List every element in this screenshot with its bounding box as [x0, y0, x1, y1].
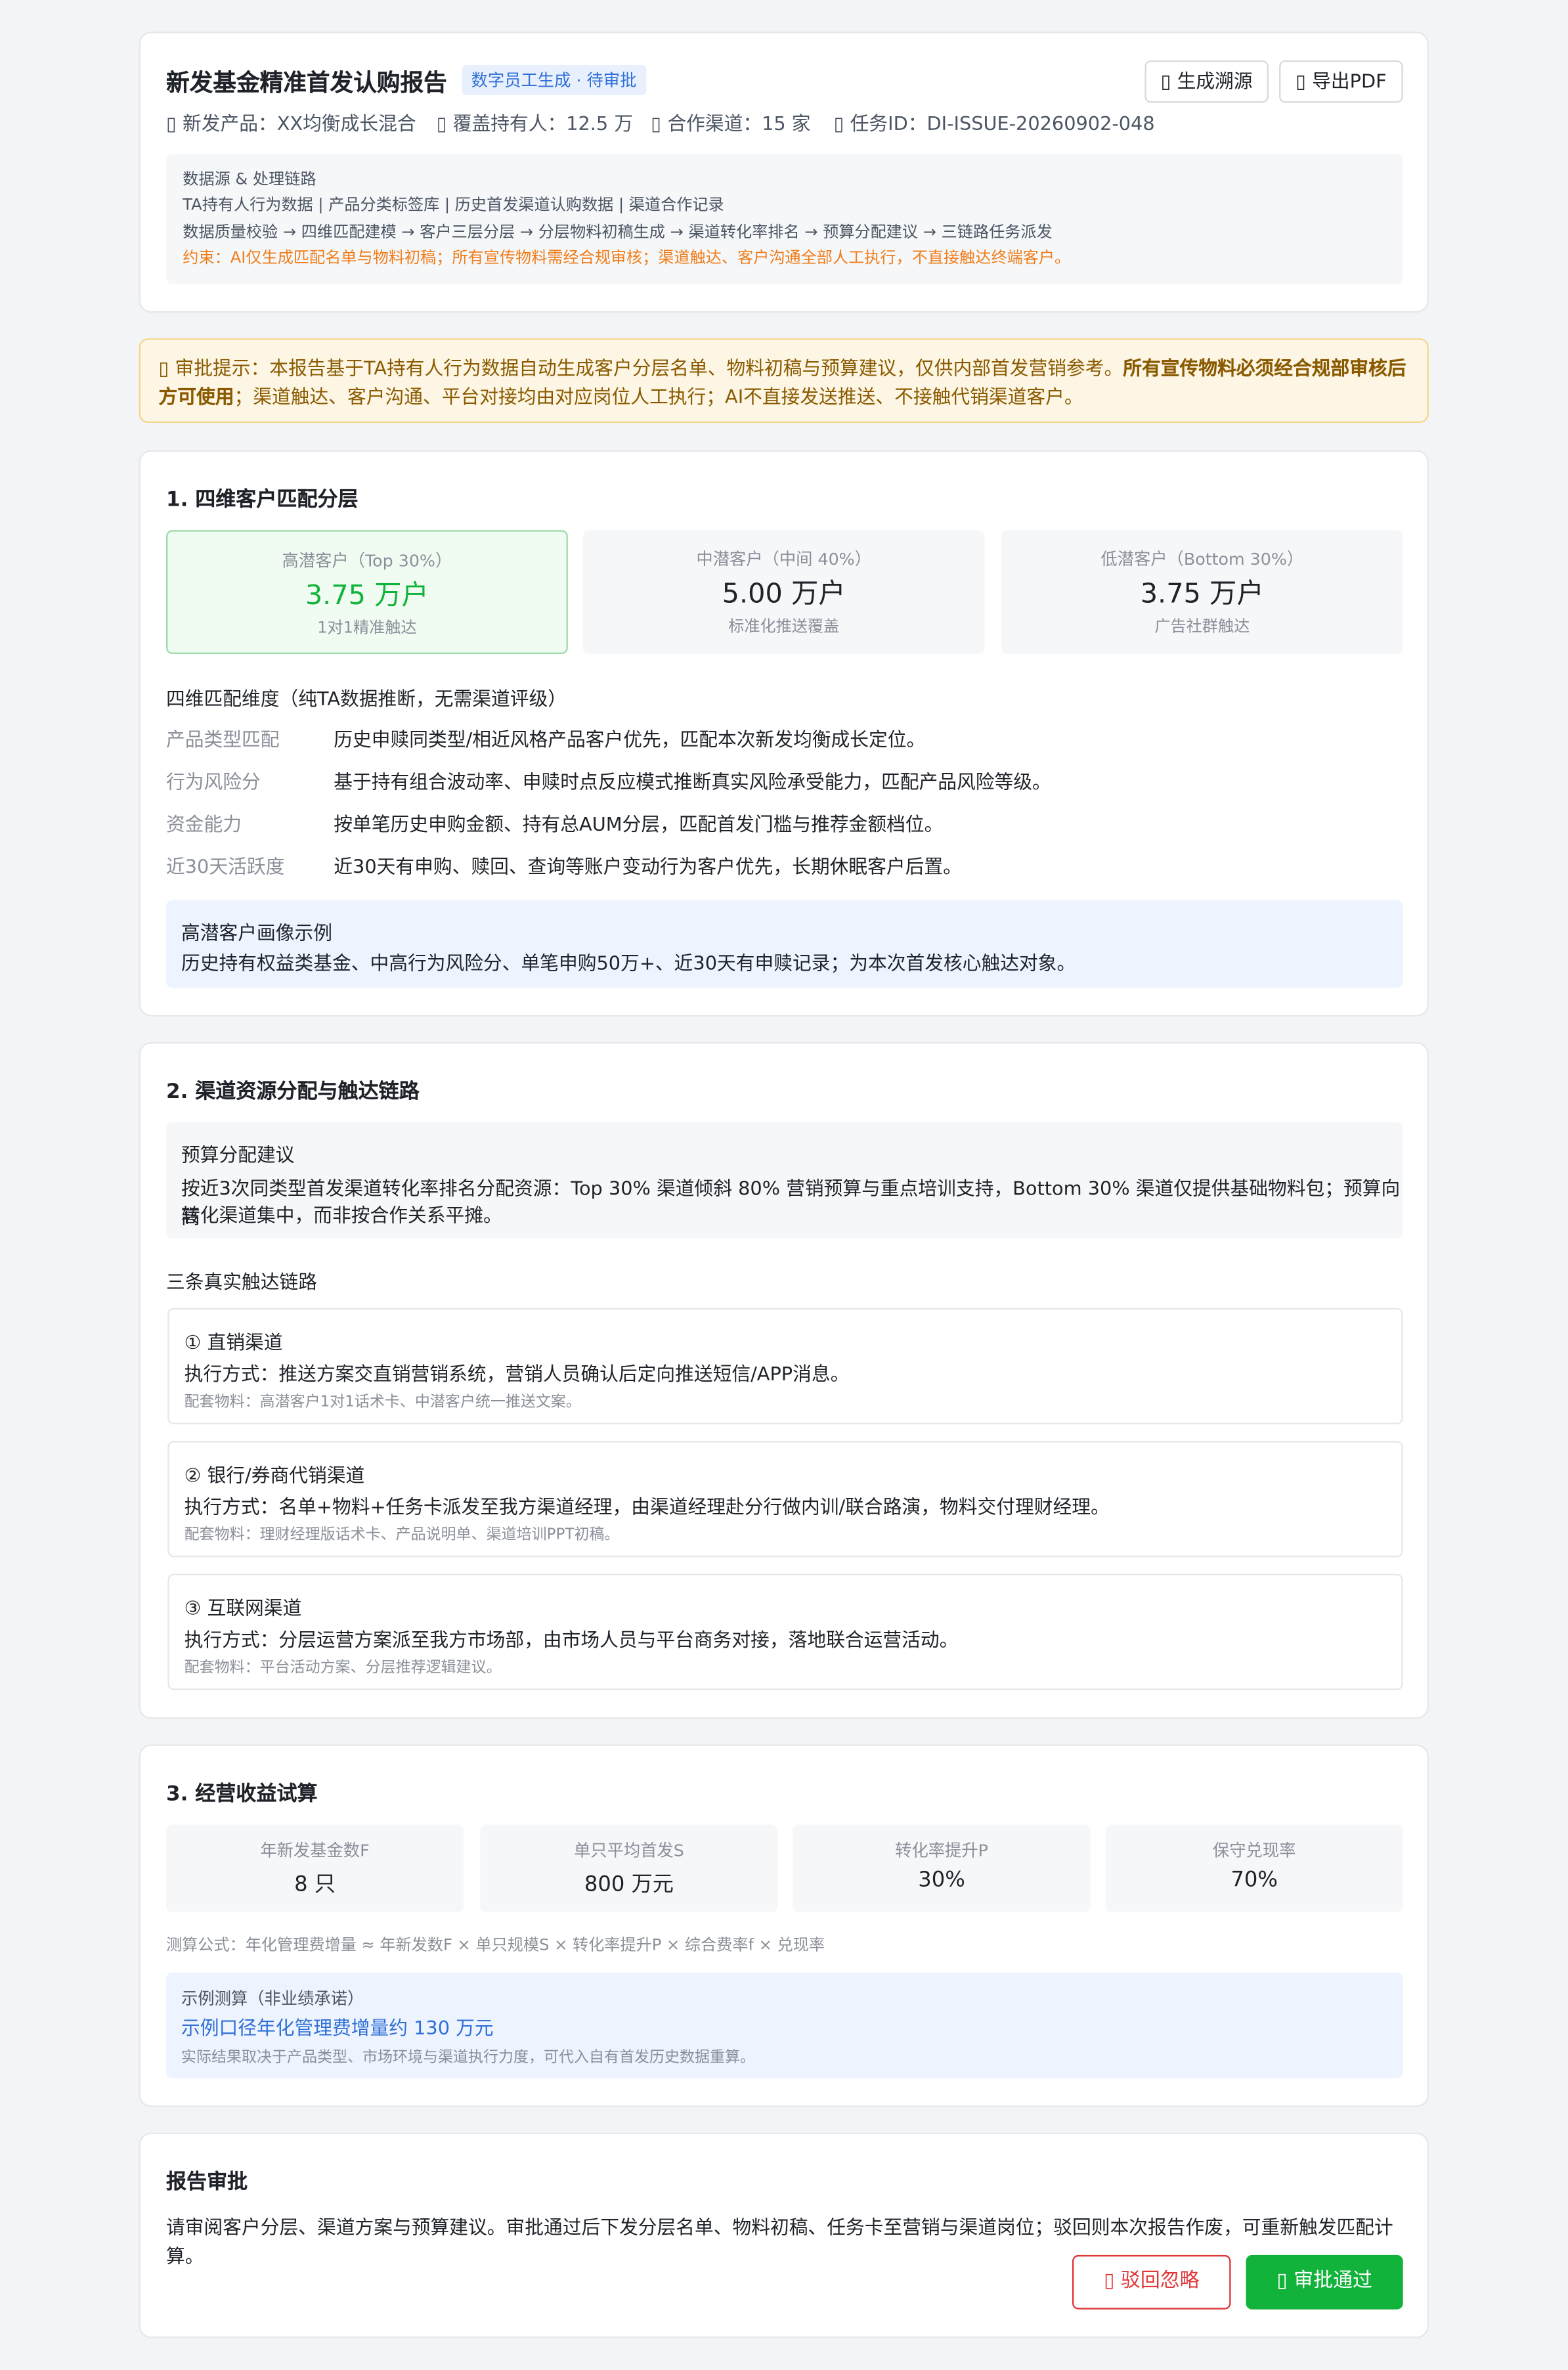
close-icon: ▯	[1103, 2270, 1115, 2293]
param-fund-count: 年新发基金数F 8 只	[166, 1824, 464, 1912]
dim-text: 历史申赎同类型/相近风格产品客户优先，匹配本次新发均衡成长定位。	[334, 728, 926, 751]
chain-direct: ① 直销渠道 执行方式：推送方案交直销营销系统，营销人员确认后定向推送短信/AP…	[167, 1307, 1403, 1424]
info-icon: ▯	[436, 112, 447, 135]
info-icon: ▯	[833, 112, 844, 135]
section-customer-tiers: 1. 四维客户匹配分层 高潜客户（Top 30%） 3.75 万户 1对1精准触…	[139, 450, 1429, 1017]
param-avg-size: 单只平均首发S 800 万元	[480, 1824, 778, 1912]
approval-title: 报告审批	[166, 2170, 248, 2195]
param-realization-rate: 保守兑现率 70%	[1105, 1824, 1403, 1912]
document-icon: ▯	[1160, 69, 1171, 93]
data-source-panel: 数据源 & 处理链路 TA持有人行为数据 | 产品分类标签库 | 历史首发渠道认…	[166, 154, 1403, 284]
meta-channels: ▯ 合作渠道：15 家	[651, 112, 811, 135]
dims-title: 四维匹配维度（纯TA数据推断，无需渠道评级）	[166, 687, 567, 711]
dim-label: 资金能力	[166, 812, 242, 835]
budget-title: 预算分配建议	[181, 1143, 295, 1166]
trace-button[interactable]: ▯ 生成溯源	[1144, 60, 1269, 103]
approve-button[interactable]: ▯ 审批通过	[1246, 2254, 1403, 2310]
persona-title: 高潜客户画像示例	[181, 921, 333, 944]
example-panel: 示例测算（非业绩承诺） 示例口径年化管理费增量约 130 万元 实际结果取决于产…	[166, 1972, 1403, 2078]
info-icon: ▯	[651, 112, 662, 135]
notice-text-suffix: ；渠道触达、客户沟通、平台对接均由对应岗位人工执行；AI不直接发送推送、不接触代…	[234, 385, 1083, 408]
meta-product: ▯ 新发产品：XX均衡成长混合	[166, 112, 416, 135]
dim-label: 近30天活跃度	[166, 854, 285, 878]
report-title: 新发基金精准首发认购报告	[166, 69, 447, 97]
tier-medium: 中潜客户（中间 40%） 5.00 万户 标准化推送覆盖	[582, 530, 985, 654]
example-value: 示例口径年化管理费增量约 130 万元	[181, 2016, 494, 2040]
data-source-line: TA持有人行为数据 | 产品分类标签库 | 历史首发渠道认购数据 | 渠道合作记…	[183, 196, 724, 215]
dim-label: 产品类型匹配	[166, 728, 280, 751]
export-pdf-button[interactable]: ▯ 导出PDF	[1279, 60, 1403, 103]
section-channels: 2. 渠道资源分配与触达链路 预算分配建议 按近3次同类型首发渠道转化率排名分配…	[139, 1042, 1429, 1719]
processing-chain: 数据质量校验 → 四维匹配建模 → 客户三层分层 → 分层物料初稿生成 → 渠道…	[183, 223, 1053, 242]
section-title: 3. 经营收益试算	[166, 1782, 318, 1807]
dim-label: 行为风险分	[166, 770, 261, 793]
reject-button[interactable]: ▯ 驳回忽略	[1072, 2254, 1231, 2310]
dim-text: 近30天有申购、赎回、查询等账户变动行为客户优先，长期休眠客户后置。	[334, 854, 962, 878]
notice-text: 审批提示：本报告基于TA持有人行为数据自动生成客户分层名单、物料初稿与预算建议，…	[175, 356, 1123, 380]
section-title: 1. 四维客户匹配分层	[166, 487, 359, 512]
persona-text: 历史持有权益类基金、中高行为风险分、单笔申购50万+、近30天有申赎记录；为本次…	[181, 952, 1076, 975]
warning-icon: ▯	[158, 356, 169, 380]
budget-panel: 预算分配建议 按近3次同类型首发渠道转化率排名分配资源：Top 30% 渠道倾斜…	[166, 1122, 1403, 1239]
data-source-title: 数据源 & 处理链路	[183, 170, 316, 189]
approval-card: 报告审批 请审阅客户分层、渠道方案与预算建议。审批通过后下发分层名单、物料初稿、…	[139, 2132, 1429, 2338]
section-title: 2. 渠道资源分配与触达链路	[166, 1080, 420, 1105]
meta-holders: ▯ 覆盖持有人：12.5 万	[436, 112, 634, 135]
dim-text: 按单笔历史申购金额、持有总AUM分层，匹配首发门槛与推荐金额档位。	[334, 812, 944, 835]
chains-title: 三条真实触达链路	[166, 1270, 318, 1293]
budget-text: 转化渠道集中，而非按合作关系平摊。	[181, 1204, 502, 1227]
example-note: 实际结果取决于产品类型、市场环境与渠道执行力度，可代入自有首发历史数据重算。	[181, 2050, 755, 2067]
constraint-note: 约束：AI仅生成匹配名单与物料初稿；所有宣传物料需经合规审核；渠道触达、客户沟通…	[183, 249, 1071, 268]
info-icon: ▯	[166, 112, 177, 135]
check-icon: ▯	[1276, 2270, 1288, 2293]
chain-bank-broker: ② 银行/券商代销渠道 执行方式：名单+物料+任务卡派发至我方渠道经理，由渠道经…	[167, 1441, 1403, 1558]
param-conversion-lift: 转化率提升P 30%	[793, 1824, 1091, 1912]
status-badge: 数字员工生成 · 待审批	[462, 64, 646, 95]
example-title: 示例测算（非业绩承诺）	[181, 1989, 364, 2009]
section-revenue-estimate: 3. 经营收益试算 年新发基金数F 8 只 单只平均首发S 800 万元 转化率…	[139, 1744, 1429, 2107]
formula-text: 测算公式：年化管理费增量 ≈ 年新发数F × 单只规模S × 转化率提升P × …	[166, 1936, 825, 1955]
tier-low: 低潜客户（Bottom 30%） 3.75 万户 广告社群触达	[1001, 530, 1403, 654]
download-icon: ▯	[1296, 69, 1306, 93]
chain-internet: ③ 互联网渠道 执行方式：分层运营方案派至我方市场部，由市场人员与平台商务对接，…	[167, 1573, 1403, 1690]
report-header-card: 新发基金精准首发认购报告 数字员工生成 · 待审批 ▯ 生成溯源 ▯ 导出PDF…	[139, 32, 1429, 313]
approval-text: 请审阅客户分层、渠道方案与预算建议。审批通过后下发分层名单、物料初稿、任务卡至营…	[166, 2216, 1393, 2268]
tier-high: 高潜客户（Top 30%） 3.75 万户 1对1精准触达	[166, 530, 568, 654]
dim-text: 基于持有组合波动率、申赎时点反应模式推断真实风险承受能力，匹配产品风险等级。	[334, 770, 1051, 793]
meta-task-id: ▯ 任务ID：DI-ISSUE-20260902-048	[833, 112, 1155, 135]
approval-notice: ▯ 审批提示：本报告基于TA持有人行为数据自动生成客户分层名单、物料初稿与预算建…	[139, 338, 1429, 423]
persona-panel: 高潜客户画像示例 历史持有权益类基金、中高行为风险分、单笔申购50万+、近30天…	[166, 900, 1403, 988]
